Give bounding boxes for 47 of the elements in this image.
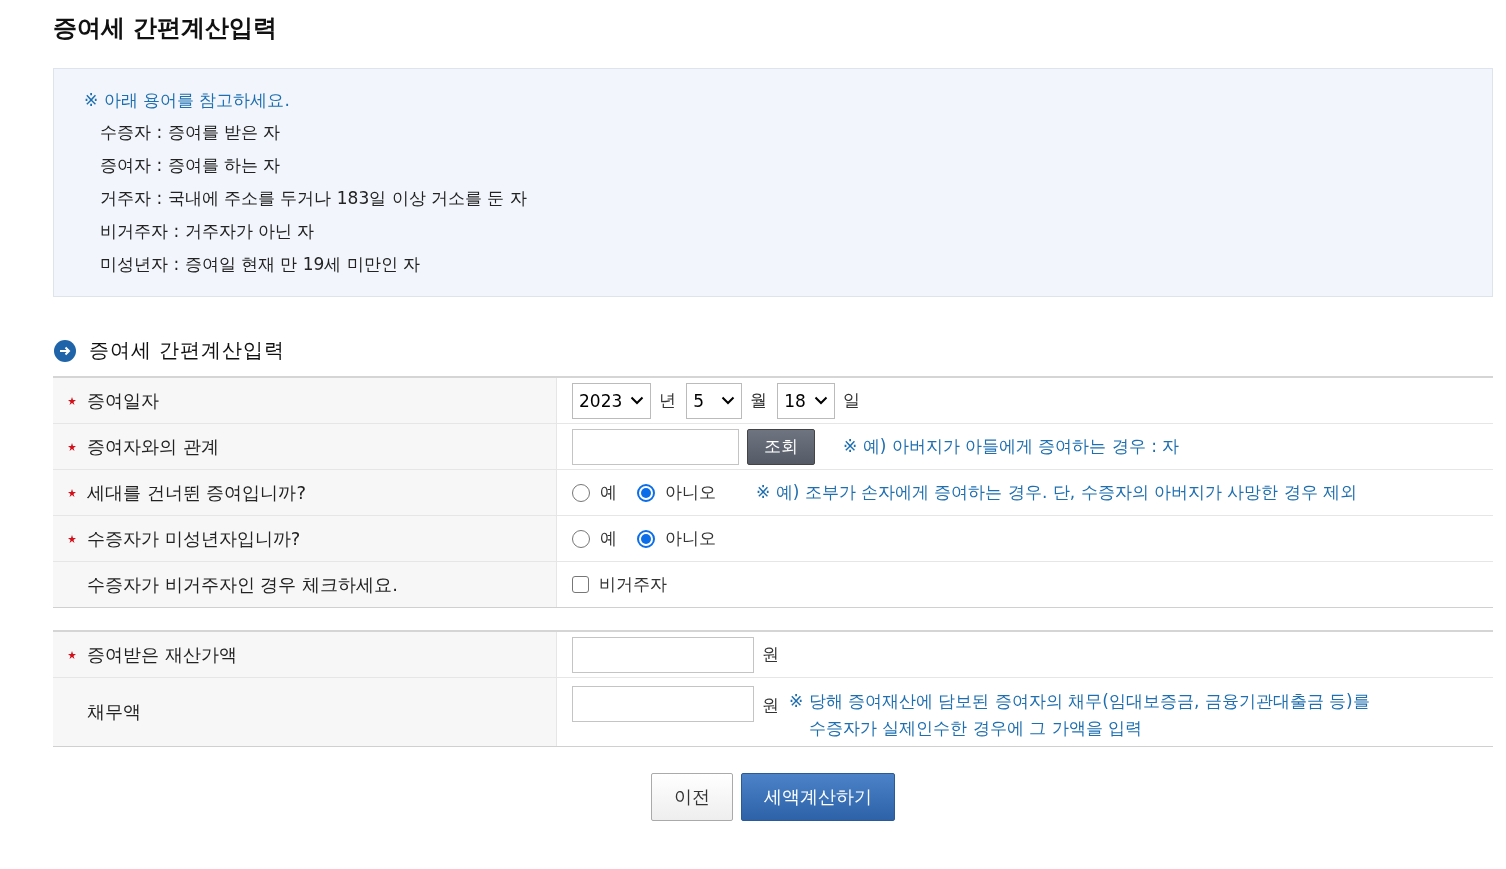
- form-label: 수증자가 미성년자입니까?: [87, 526, 301, 551]
- chevron-down-icon: [721, 396, 736, 405]
- example-note: ※ 예) 조부가 손자에게 증여하는 경우. 단, 수증자의 아버지가 사망한 경우 제외: [756, 481, 1358, 504]
- form-label: 세대를 건너뛴 증여입니까?: [87, 480, 306, 505]
- required-icon: [67, 487, 77, 498]
- note-text: 수증자가 실제인수한 경우에 그 가액을 입력: [808, 717, 1144, 740]
- term-definition: 거주자 : 국내에 주소를 두거나 183일 이상 거소를 둔 자: [99, 187, 528, 210]
- unit-label: 년: [659, 389, 677, 412]
- term-definition: 수증자 : 증여를 받은 자: [99, 121, 282, 144]
- amount-input[interactable]: [572, 636, 754, 673]
- checkbox-option[interactable]: 비거주자: [572, 573, 667, 596]
- example-note: ※ 예) 아버지가 아들에게 증여하는 경우 : 자: [843, 435, 1180, 458]
- section-title: 증여세 간편계산입력: [89, 337, 286, 364]
- form-label: 증여자와의 관계: [87, 434, 219, 459]
- radio-option[interactable]: 아니오: [637, 527, 716, 550]
- required-icon: [67, 649, 77, 660]
- form-label: 증여일자: [87, 388, 159, 413]
- amount-input[interactable]: [572, 686, 754, 722]
- relation-input[interactable]: [572, 428, 739, 465]
- dropdown[interactable]: 5: [686, 382, 743, 419]
- term-definition: 비거주자 : 거주자가 아닌 자: [99, 220, 316, 243]
- radio-option[interactable]: 예: [572, 527, 617, 550]
- dropdown[interactable]: 18: [777, 382, 835, 419]
- unit-label: 원: [762, 643, 779, 666]
- unit-label: 월: [750, 389, 768, 412]
- lookup-button[interactable]: 조회: [747, 428, 815, 465]
- chevron-down-icon: [813, 396, 828, 405]
- required-icon: [67, 533, 77, 544]
- unit-label: 일: [842, 389, 860, 412]
- radio-option[interactable]: 예: [572, 481, 617, 504]
- term-definition: 미성년자 : 증여일 현재 만 19세 미만인 자: [99, 253, 422, 276]
- arrow-circle-icon: [53, 338, 77, 363]
- unit-label: 원: [762, 694, 779, 717]
- term-definition: 증여자 : 증여를 하는 자: [99, 154, 282, 177]
- required-icon: [67, 395, 77, 406]
- page-title: 증여세 간편계산입력: [53, 13, 279, 44]
- chevron-down-icon: [630, 396, 645, 405]
- required-icon: [67, 441, 77, 452]
- terms-heading: ※ 아래 용어를 참고하세요.: [84, 89, 291, 111]
- form-label: 채무액: [87, 700, 141, 724]
- radio-option[interactable]: 아니오: [637, 481, 716, 504]
- dropdown[interactable]: 2023: [572, 382, 652, 419]
- form-label: 수증자가 비거주자인 경우 체크하세요.: [87, 572, 398, 597]
- calculate-button[interactable]: 세액계산하기: [741, 773, 895, 821]
- note-text: ※ 당해 증여재산에 담보된 증여자의 채무(임대보증금, 금융기관대출금 등)를: [789, 690, 1370, 713]
- previous-button[interactable]: 이전: [651, 773, 733, 821]
- form-label: 증여받은 재산가액: [87, 642, 237, 667]
